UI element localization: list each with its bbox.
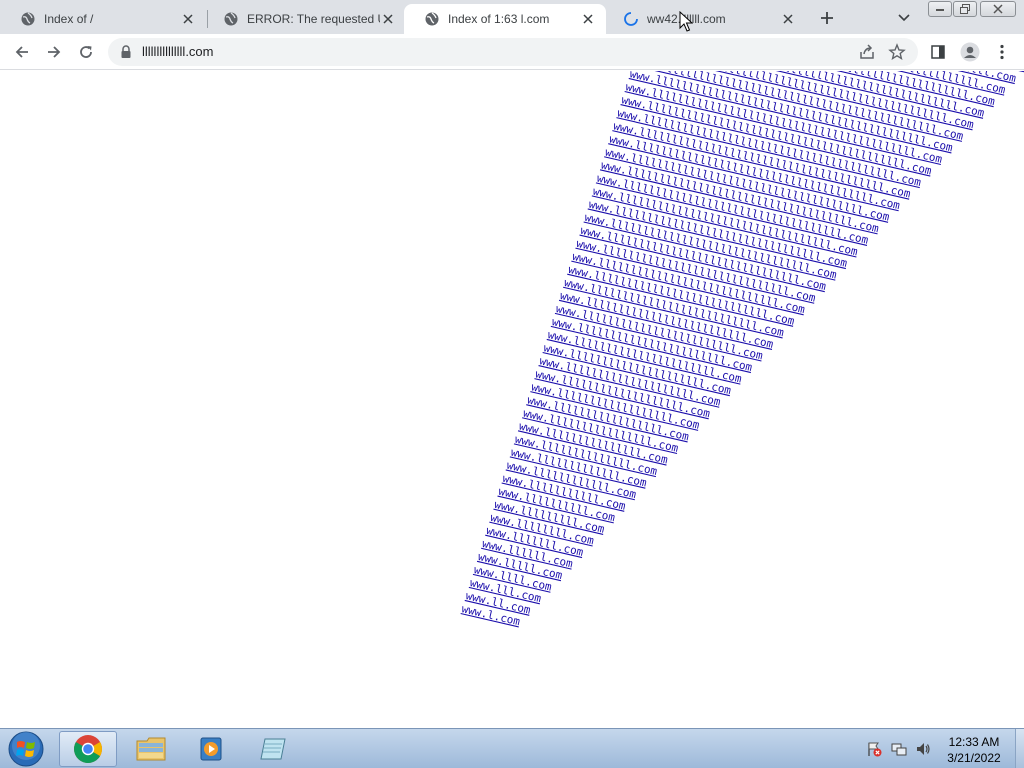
new-tab-button[interactable] [815, 6, 839, 30]
profile-button[interactable] [958, 40, 982, 64]
globe-icon [21, 12, 35, 26]
globe-icon [425, 12, 439, 26]
arrow-left-icon [15, 46, 28, 58]
media-player-icon [200, 737, 222, 761]
side-panel-button[interactable] [926, 40, 950, 64]
chrome-icon [74, 735, 102, 763]
restore-button[interactable] [953, 1, 977, 17]
taskbar-file-explorer[interactable] [122, 731, 180, 767]
web-page-content: www.l.com www.ll.com www.lll.com www.llll.c… [0, 71, 1024, 728]
bookmark-star-icon[interactable] [888, 43, 906, 61]
arrow-right-icon [48, 46, 61, 58]
tab-error[interactable]: ERROR: The requested URL [203, 4, 406, 34]
folder-icon [136, 737, 166, 761]
address-bar[interactable]: lllllllllllllll.com [108, 38, 918, 66]
lock-icon[interactable] [120, 45, 132, 59]
start-button[interactable] [4, 730, 48, 768]
show-desktop-button[interactable] [1015, 729, 1024, 768]
loading-spinner-icon [624, 12, 638, 26]
windows-taskbar: 12:33 AM 3/21/2022 [0, 728, 1024, 768]
minimize-icon [936, 9, 944, 11]
close-icon [993, 4, 1003, 14]
browser-toolbar: lllllllllllllll.com [0, 34, 1024, 70]
close-tab-icon[interactable] [380, 11, 396, 27]
chevron-down-icon [898, 14, 910, 22]
volume-icon[interactable] [915, 741, 931, 757]
back-button[interactable] [10, 40, 34, 64]
tab-index-of-l-com[interactable]: Index of 1:63 l.com [404, 4, 606, 34]
mouse-cursor-icon [679, 11, 693, 32]
minimize-button[interactable] [928, 1, 952, 17]
close-tab-icon[interactable] [580, 11, 596, 27]
plus-icon [821, 12, 833, 24]
forward-button[interactable] [42, 40, 66, 64]
restore-icon [960, 4, 970, 14]
tab-search-button[interactable] [894, 8, 914, 28]
more-vertical-icon [1000, 44, 1004, 60]
tab-ww42[interactable]: ww42.lllllll.com [603, 4, 806, 34]
profile-avatar-icon [960, 42, 980, 62]
network-icon[interactable] [891, 741, 907, 757]
taskbar-notepad[interactable] [245, 731, 303, 767]
globe-icon [224, 12, 238, 26]
share-icon[interactable] [858, 43, 876, 61]
reload-icon [80, 46, 92, 58]
close-window-button[interactable] [980, 1, 1016, 17]
action-center-flag-icon[interactable] [866, 741, 882, 757]
skewed-link-list: www.l.comwww.ll.comwww.lll.comwww.llll.c… [460, 71, 1024, 628]
tab-title: ERROR: The requested URL [247, 12, 380, 26]
tab-title: ww42.lllllll.com [647, 12, 780, 26]
clock-date: 3/21/2022 [947, 751, 1001, 765]
url-text[interactable]: lllllllllllllll.com [142, 44, 214, 59]
taskbar-media-player[interactable] [182, 731, 240, 767]
tab-index-of[interactable]: Index of / [0, 4, 206, 34]
close-tab-icon[interactable] [780, 11, 796, 27]
reload-button[interactable] [74, 40, 98, 64]
system-clock[interactable]: 12:33 AM 3/21/2022 [938, 734, 1010, 766]
tab-title: Index of 1:63 l.com [448, 12, 550, 26]
tab-strip: Index of / ERROR: The requested URL Inde… [0, 0, 1024, 34]
windows-orb-icon [8, 731, 44, 767]
side-panel-icon [931, 45, 945, 59]
taskbar-chrome[interactable] [59, 731, 117, 767]
menu-button[interactable] [990, 40, 1014, 64]
notepad-icon [260, 738, 286, 760]
clock-time: 12:33 AM [948, 735, 1000, 749]
close-tab-icon[interactable] [180, 11, 196, 27]
tab-title: Index of / [44, 12, 94, 26]
